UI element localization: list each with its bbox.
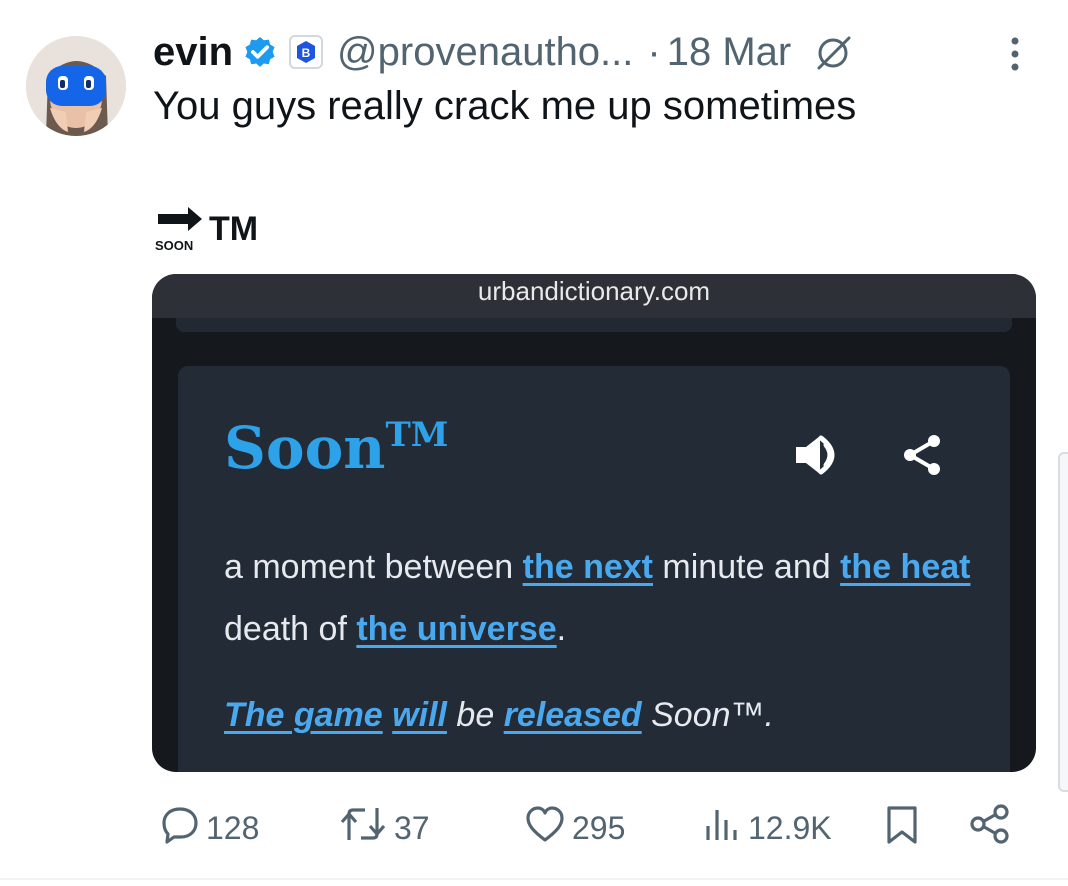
- like-count: 295: [572, 809, 626, 846]
- tweet-header: evin B @provenautho... · 18 Mar: [153, 24, 853, 80]
- definition-word: SoonTM: [224, 414, 448, 482]
- share-post-icon: [968, 804, 1018, 852]
- definition-link[interactable]: the next: [523, 548, 653, 586]
- affiliate-badge-icon[interactable]: B: [289, 35, 324, 69]
- retweet-icon: [338, 804, 394, 852]
- user-handle[interactable]: @provenautho...: [337, 30, 633, 75]
- tweet-date[interactable]: 18 Mar: [667, 30, 792, 75]
- speaker-icon[interactable]: [794, 432, 854, 478]
- separator-dot: ·: [647, 29, 661, 74]
- example-link[interactable]: released: [504, 696, 642, 734]
- display-name[interactable]: evin: [153, 30, 233, 75]
- definition-segment: .: [556, 610, 567, 648]
- share-post-button[interactable]: [968, 800, 1018, 856]
- definition-text: a moment between the next minute and the…: [224, 536, 984, 660]
- soon-arrow-icon: SOON: [155, 206, 207, 254]
- definition-card: SoonTM a moment between the next minute …: [178, 366, 1010, 772]
- definition-segment: a moment between: [224, 548, 523, 586]
- like-button[interactable]: 295: [524, 800, 625, 856]
- example-segment: be: [446, 696, 504, 734]
- definition-link[interactable]: the heat: [840, 548, 970, 586]
- bookmark-button[interactable]: [884, 800, 926, 856]
- reply-count: 128: [206, 809, 260, 846]
- tweet-divider: [0, 878, 1068, 880]
- soon-label: SOON: [155, 238, 193, 253]
- verified-badge-icon[interactable]: [241, 33, 279, 71]
- action-bar: 128 37 295 12.9K: [0, 800, 1068, 856]
- example-link[interactable]: will: [392, 696, 447, 734]
- word-text: Soon: [224, 414, 386, 482]
- reply-icon: [160, 804, 206, 852]
- scrollbar[interactable]: [1058, 452, 1068, 792]
- example-segment: [383, 696, 392, 734]
- url-text: urbandictionary.com: [477, 276, 711, 306]
- example-segment: Soon™.: [641, 696, 774, 734]
- grok-icon[interactable]: [813, 32, 853, 72]
- example-text: The game will be released Soon™.: [224, 696, 1004, 735]
- word-trademark: TM: [385, 415, 449, 455]
- bookmark-icon: [884, 804, 926, 852]
- tweet-text: You guys really crack me up sometimes: [153, 84, 857, 128]
- views-count: 12.9K: [748, 809, 832, 846]
- more-icon[interactable]: [1003, 36, 1027, 72]
- tm-text: TM: [209, 210, 259, 248]
- views-button[interactable]: 12.9K: [702, 800, 832, 856]
- definition-segment: minute and: [652, 548, 841, 586]
- svg-text:B: B: [302, 46, 311, 60]
- like-icon: [524, 804, 572, 852]
- definition-segment: death of: [224, 610, 357, 648]
- retweet-count: 37: [394, 809, 430, 846]
- views-icon: [702, 804, 748, 852]
- media-card[interactable]: urbandictionary.com SoonTM a moment betw…: [152, 274, 1036, 772]
- retweet-button[interactable]: 37: [338, 800, 430, 856]
- page-strip: [176, 318, 1012, 332]
- share-icon[interactable]: [900, 432, 944, 478]
- reply-button[interactable]: 128: [160, 800, 259, 856]
- example-link[interactable]: The game: [224, 696, 383, 734]
- avatar[interactable]: [26, 36, 126, 136]
- definition-link[interactable]: the universe: [356, 610, 556, 648]
- url-bar: urbandictionary.com: [152, 274, 1036, 318]
- avatar-image: [26, 36, 126, 136]
